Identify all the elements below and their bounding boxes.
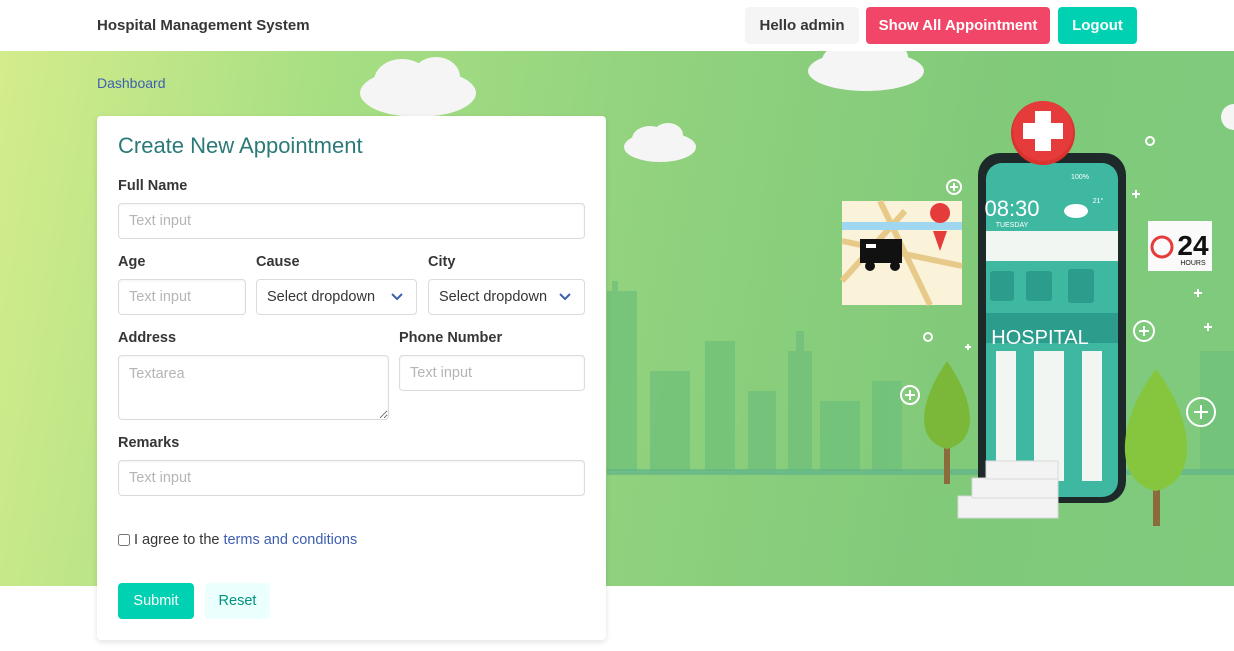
city-select-value: Select dropdown: [439, 289, 548, 305]
phone-number-label: Phone Number: [399, 330, 503, 346]
terms-checkbox[interactable]: [118, 534, 130, 546]
hello-admin-button[interactable]: Hello admin: [745, 7, 859, 44]
cause-select[interactable]: Select dropdown: [256, 279, 417, 315]
day-text: TUESDAY: [996, 222, 1029, 229]
full-name-input[interactable]: [118, 203, 585, 239]
city-label: City: [428, 254, 456, 270]
navbar: Hospital Management System Hello admin S…: [0, 0, 1234, 51]
logout-button[interactable]: Logout: [1058, 7, 1137, 44]
clock-text: 08:30: [984, 196, 1039, 221]
form-title: Create New Appointment: [118, 133, 363, 158]
city-select[interactable]: Select dropdown: [428, 279, 585, 315]
age-label: Age: [118, 254, 146, 270]
terms-agreement: I agree to the terms and conditions: [118, 532, 357, 548]
appointment-form-card: Create New Appointment Full Name Age Cau…: [97, 116, 606, 640]
hospital-sign: HOSPITAL: [991, 327, 1088, 349]
address-label: Address: [118, 330, 177, 346]
cause-select-value: Select dropdown: [267, 289, 376, 305]
chevron-down-icon: [391, 293, 403, 301]
full-name-label: Full Name: [118, 178, 188, 194]
terms-link[interactable]: terms and conditions: [223, 532, 357, 548]
phone-icon: HOSPITAL 08:30 TUESDAY 100% 21°: [978, 153, 1126, 503]
cause-label: Cause: [256, 254, 300, 270]
temp-text: 21°: [1093, 197, 1104, 205]
age-input[interactable]: [118, 279, 246, 315]
address-textarea[interactable]: [118, 355, 389, 420]
submit-button[interactable]: Submit: [118, 583, 194, 619]
badge-number: 24: [1177, 230, 1209, 261]
breadcrumb-dashboard-link[interactable]: Dashboard: [97, 75, 166, 91]
medical-cross-icon: [1011, 101, 1075, 165]
badge-text: HOURS: [1180, 260, 1206, 267]
chevron-down-icon: [559, 293, 571, 301]
remarks-label: Remarks: [118, 435, 180, 451]
brand-title[interactable]: Hospital Management System: [97, 17, 310, 34]
reset-button[interactable]: Reset: [205, 583, 270, 619]
show-all-appointment-button[interactable]: Show All Appointment: [866, 7, 1050, 44]
remarks-input[interactable]: [118, 460, 585, 496]
map-icon: [839, 199, 963, 307]
24-hours-icon: 24 HOURS: [1148, 221, 1212, 271]
agree-text: I agree to the: [134, 532, 220, 548]
phone-number-input[interactable]: [399, 355, 585, 391]
battery-text: 100%: [1071, 174, 1089, 181]
